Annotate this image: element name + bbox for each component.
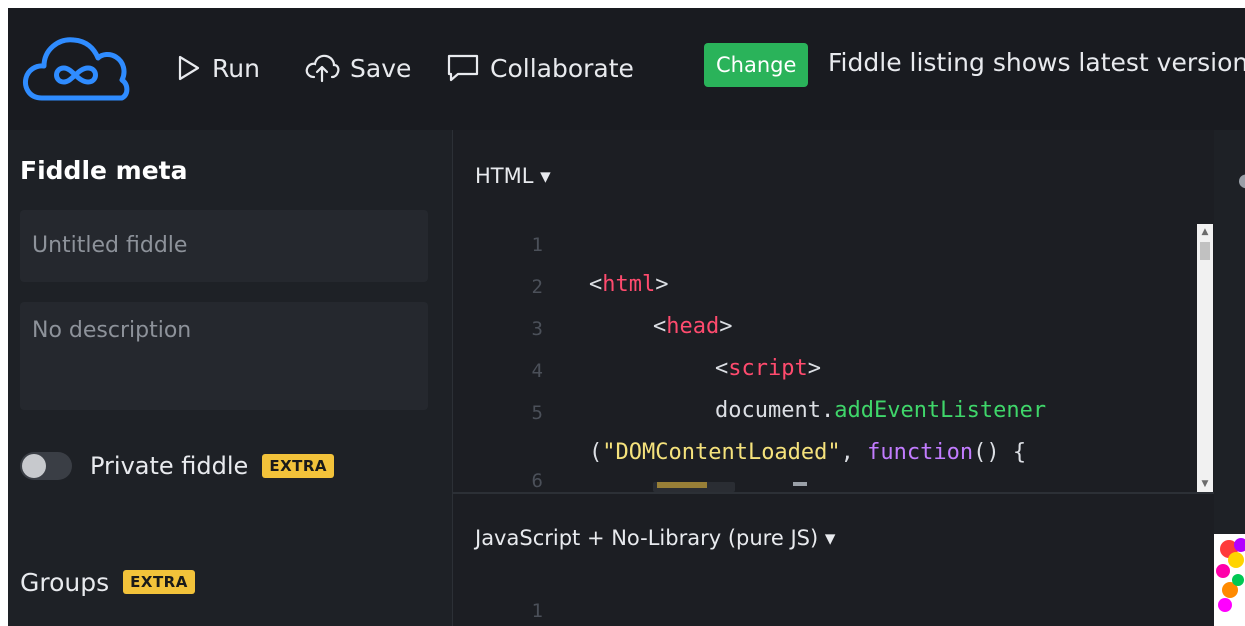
cloud-upload-icon <box>305 54 340 83</box>
change-button[interactable]: Change <box>704 43 809 87</box>
private-fiddle-label: Private fiddle <box>90 452 249 480</box>
code-line-3: <head> <box>653 314 733 339</box>
listing-notice: Fiddle listing shows latest version <box>828 48 1245 77</box>
code-line-5-wrap: ("DOMContentLoaded", function() { <box>589 440 1027 465</box>
scrollbar-thumb[interactable] <box>1200 242 1210 260</box>
line-number: 4 <box>531 360 543 382</box>
panel-divider[interactable] <box>453 492 1215 494</box>
run-label: Run <box>212 53 260 83</box>
clipped-code-highlight <box>657 482 707 488</box>
clipped-code-line <box>653 482 735 492</box>
html-editor-scrollbar[interactable]: ▲ ▼ <box>1197 224 1213 492</box>
sidebar-title: Fiddle meta <box>20 156 188 185</box>
code-line-5: document.addEventListener <box>715 398 1047 423</box>
preview-dot <box>1216 564 1230 578</box>
fiddle-description-input[interactable]: No description <box>20 302 428 410</box>
collaborate-button[interactable]: Collaborate <box>446 48 634 88</box>
top-toolbar: Run Save Collaborate Change Fiddle listi… <box>8 8 1245 130</box>
chat-bubble-icon <box>447 54 479 82</box>
line-number: 3 <box>531 318 543 340</box>
private-fiddle-toggle[interactable] <box>20 452 72 480</box>
clipped-code-fragment <box>793 482 807 486</box>
settings-icon[interactable]: ● <box>1238 170 1245 191</box>
line-number: 2 <box>531 276 543 298</box>
line-number: 1 <box>531 600 543 622</box>
private-fiddle-row: Private fiddle EXTRA <box>20 444 335 488</box>
html-code-editor[interactable]: 1 2 3 4 5 6 <html> <head> <script> docum… <box>453 220 1215 492</box>
extra-badge: EXTRA <box>262 454 335 478</box>
run-button[interactable]: Run <box>176 48 260 88</box>
save-label: Save <box>350 53 412 83</box>
collaborate-label: Collaborate <box>490 53 634 83</box>
fiddle-editor-app: Run Save Collaborate Change Fiddle listi… <box>8 8 1245 626</box>
play-icon <box>178 55 200 81</box>
line-number: 5 <box>531 402 543 424</box>
save-button[interactable]: Save <box>304 48 411 88</box>
cloud-infinity-logo-icon[interactable] <box>20 32 132 112</box>
fiddle-title-input[interactable]: Untitled fiddle <box>20 210 428 282</box>
fiddle-meta-sidebar: Fiddle meta Untitled fiddle No descripti… <box>8 130 452 626</box>
scroll-down-arrow-icon[interactable]: ▼ <box>1197 476 1213 492</box>
result-preview[interactable] <box>1214 534 1245 626</box>
toggle-knob <box>22 454 46 478</box>
html-panel-dropdown[interactable]: HTML ▾ <box>475 164 551 188</box>
preview-dot <box>1234 538 1245 552</box>
editor-column: HTML ▾ 1 2 3 4 5 6 <html> <head> <script… <box>452 130 1215 626</box>
preview-dot <box>1218 598 1232 612</box>
line-number: 6 <box>531 470 543 492</box>
line-number: 1 <box>531 234 543 256</box>
preview-dot <box>1228 552 1244 568</box>
extra-badge: EXTRA <box>123 570 195 594</box>
groups-label: Groups <box>20 567 110 597</box>
groups-row: Groups EXTRA <box>20 560 195 604</box>
code-line-2: <html> <box>589 272 669 297</box>
code-line-4: <script> <box>715 356 821 381</box>
preview-dot <box>1232 574 1244 586</box>
scroll-up-arrow-icon[interactable]: ▲ <box>1197 224 1213 240</box>
javascript-panel-dropdown[interactable]: JavaScript + No-Library (pure JS) ▾ <box>475 526 835 550</box>
